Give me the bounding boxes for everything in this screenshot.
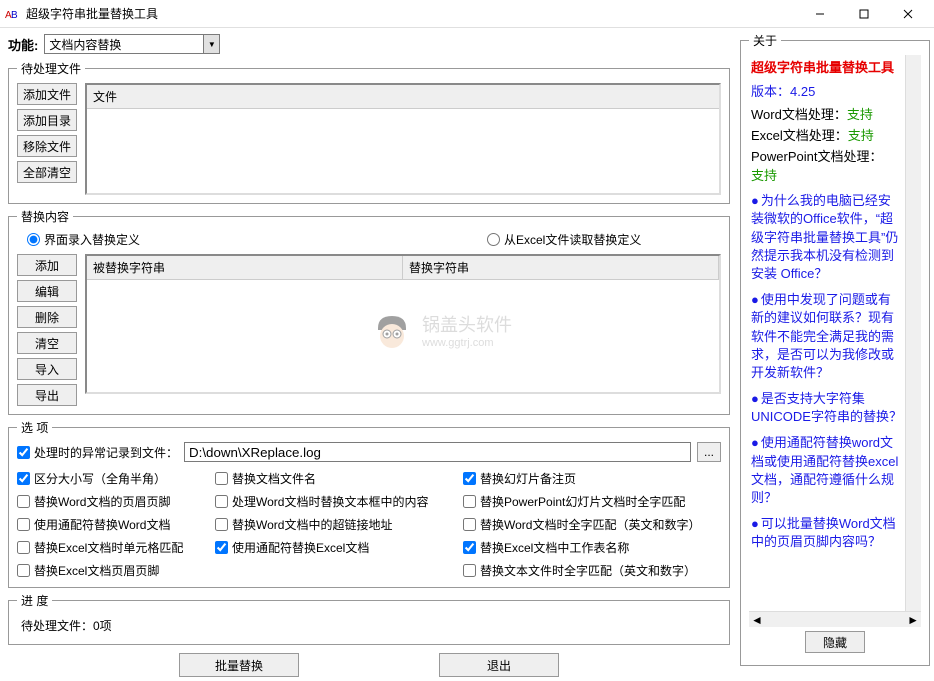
progress-fieldset: 进 度 待处理文件：0项 (8, 592, 730, 645)
check-case[interactable]: 区分大小写（全角半角） (17, 470, 207, 487)
options-legend: 选 项 (17, 419, 52, 436)
replace-th-source[interactable]: 被替换字符串 (87, 256, 403, 280)
function-label: 功能: (8, 35, 38, 54)
close-button[interactable] (886, 0, 930, 28)
about-link-1[interactable]: ●使用中发现了问题或有新的建议如何联系？现有软件不能完全满足我的需求，是否可以为… (751, 291, 903, 382)
add-dir-button[interactable]: 添加目录 (17, 109, 77, 131)
add-rule-button[interactable]: 添加 (17, 254, 77, 276)
about-excel-support: Excel文档处理：支持 (751, 125, 903, 144)
check-excel-wildcard[interactable]: 使用通配符替换Excel文档 (215, 539, 455, 556)
radio-ui[interactable] (27, 233, 40, 246)
replace-table[interactable]: 被替换字符串 替换字符串 (85, 254, 721, 394)
check-word-wildcard[interactable]: 使用通配符替换Word文档 (17, 516, 207, 533)
files-fieldset: 待处理文件 添加文件 添加目录 移除文件 全部清空 文件 (8, 60, 730, 204)
check-ppt-whole[interactable]: 替换PowerPoint幻灯片文档时全字匹配 (463, 493, 713, 510)
function-row: 功能: 文档内容替换 ▼ (8, 34, 730, 54)
edit-rule-button[interactable]: 编辑 (17, 280, 77, 302)
radio-excel[interactable] (487, 233, 500, 246)
function-selected: 文档内容替换 (49, 36, 121, 53)
log-path-input[interactable] (184, 442, 691, 462)
check-word-textbox[interactable]: 处理Word文档时替换文本框中的内容 (215, 493, 455, 510)
check-word-whole[interactable]: 替换Word文档时全字匹配（英文和数字） (463, 516, 713, 533)
check-excel-header[interactable]: 替换Excel文档页眉页脚 (17, 562, 207, 579)
function-dropdown[interactable]: 文档内容替换 ▼ (44, 34, 220, 54)
import-rules-button[interactable]: 导入 (17, 358, 77, 380)
files-legend: 待处理文件 (17, 60, 85, 77)
hide-about-button[interactable]: 隐藏 (805, 631, 865, 653)
options-fieldset: 选 项 处理时的异常记录到文件： ... 区分大小写（全角半角） 替换文档文件名… (8, 419, 730, 588)
batch-replace-button[interactable]: 批量替换 (179, 653, 299, 677)
titlebar: AB 超级字符串批量替换工具 (0, 0, 934, 28)
about-version: 版本：4.25 (751, 81, 903, 100)
maximize-button[interactable] (842, 0, 886, 28)
check-log[interactable]: 处理时的异常记录到文件： (17, 444, 178, 461)
about-scrollbar-horizontal[interactable]: ◄ ► (749, 611, 921, 627)
progress-text: 待处理文件：0项 (17, 615, 721, 636)
about-link-4[interactable]: ●可以批量替换Word文档中的页眉页脚内容吗？ (751, 515, 903, 551)
scroll-right-icon[interactable]: ► (907, 613, 919, 627)
about-link-3[interactable]: ●使用通配符替换word文档或使用通配符替换excel文档，通配符遵循什么规则？ (751, 434, 903, 507)
about-title: 超级字符串批量替换工具 (751, 59, 903, 77)
browse-button[interactable]: ... (697, 442, 721, 462)
delete-rule-button[interactable]: 删除 (17, 306, 77, 328)
svg-text:B: B (11, 10, 18, 21)
clear-all-button[interactable]: 全部清空 (17, 161, 77, 183)
check-excel-sheet[interactable]: 替换Excel文档中工作表名称 (463, 539, 713, 556)
scroll-left-icon[interactable]: ◄ (751, 613, 763, 627)
app-icon: AB (4, 6, 20, 22)
minimize-button[interactable] (798, 0, 842, 28)
files-list[interactable]: 文件 (85, 83, 721, 195)
files-list-header[interactable]: 文件 (87, 85, 719, 109)
about-legend: 关于 (749, 32, 781, 49)
clear-rules-button[interactable]: 清空 (17, 332, 77, 354)
chevron-down-icon: ▼ (203, 35, 219, 53)
check-excel-cell[interactable]: 替换Excel文档时单元格匹配 (17, 539, 207, 556)
remove-file-button[interactable]: 移除文件 (17, 135, 77, 157)
check-ppt-notes[interactable]: 替换幻灯片备注页 (463, 470, 713, 487)
about-fieldset: 关于 超级字符串批量替换工具 版本：4.25 Word文档处理：支持 Excel… (740, 32, 930, 666)
replace-th-target[interactable]: 替换字符串 (403, 256, 719, 280)
check-text-whole[interactable]: 替换文本文件时全字匹配（英文和数字） (463, 562, 713, 579)
check-word-header[interactable]: 替换Word文档的页眉页脚 (17, 493, 207, 510)
check-filename[interactable]: 替换文档文件名 (215, 470, 455, 487)
about-scrollbar-vertical[interactable] (905, 55, 921, 611)
radio-excel-input[interactable]: 从Excel文件读取替换定义 (487, 231, 641, 248)
add-file-button[interactable]: 添加文件 (17, 83, 77, 105)
about-word-support: Word文档处理：支持 (751, 104, 903, 123)
about-ppt-support: PowerPoint文档处理：支持 (751, 146, 903, 184)
replace-legend: 替换内容 (17, 208, 73, 225)
radio-ui-input[interactable]: 界面录入替换定义 (27, 231, 487, 248)
exit-button[interactable]: 退出 (439, 653, 559, 677)
about-link-2[interactable]: ●是否支持大字符集UNICODE字符串的替换？ (751, 390, 903, 426)
check-word-hyperlink[interactable]: 替换Word文档中的超链接地址 (215, 516, 455, 533)
progress-legend: 进 度 (17, 592, 52, 609)
about-link-0[interactable]: ●为什么我的电脑已经安装微软的Office软件，“超级字符串批量替换工具”仍然提… (751, 192, 903, 283)
export-rules-button[interactable]: 导出 (17, 384, 77, 406)
window-title: 超级字符串批量替换工具 (26, 5, 798, 22)
replace-fieldset: 替换内容 界面录入替换定义 从Excel文件读取替换定义 添加 编辑 删除 清空… (8, 208, 730, 415)
